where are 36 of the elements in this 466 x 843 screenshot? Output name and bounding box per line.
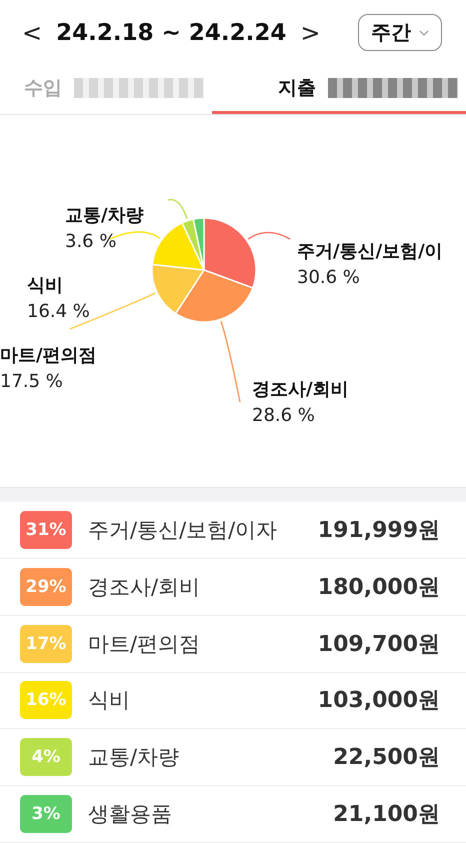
next-button[interactable]: > [296,18,324,47]
amount: 109,700원 [318,630,440,659]
slice-percent: 17.5 % [0,370,63,392]
amount: 191,999원 [318,517,440,546]
percent-badge: 3% [20,795,72,834]
slice-label: 교통/차량 [65,204,144,227]
category-name: 주거/통신/보험/이자 [88,517,278,544]
amount: 21,100원 [333,801,440,830]
chevron-icon [419,30,429,36]
slice-percent: 16.4 % [27,300,90,322]
previous-button[interactable]: < [18,18,46,47]
category-name: 식비 [88,687,131,714]
category-name: 생활용품 [88,801,173,828]
slice-label: 마트/편의점 [0,344,97,367]
date-range: 24.2.18 ~ 24.2.24 [56,20,286,46]
amount: 103,000원 [318,687,440,716]
leader-line [248,231,290,240]
percent-badge: 4% [20,738,72,776]
slice-label: 주거/통신/보험/이 [297,240,443,263]
period-dropdown[interactable]: 주간 [358,14,442,52]
slice-percent: 3.6 % [65,230,116,252]
slice-label: 식비 [27,274,63,297]
percent-badge: 31% [20,511,72,550]
category-name: 마트/편의점 [88,630,202,658]
category-name: 경조사/회비 [88,574,202,601]
slice-percent: 30.6 % [297,266,360,288]
slice-percent: 28.6 % [252,404,315,426]
amount: 180,000원 [318,574,440,602]
category-name: 교통/차량 [88,744,180,772]
percent-badge: 29% [20,568,72,606]
slice-label: 경조사/회비 [252,378,349,401]
percent-badge: 16% [20,681,72,720]
percent-badge: 17% [20,624,72,663]
tab[interactable]: 지출 [212,66,466,114]
amount: 22,500원 [333,744,440,772]
leader-line [168,198,188,219]
